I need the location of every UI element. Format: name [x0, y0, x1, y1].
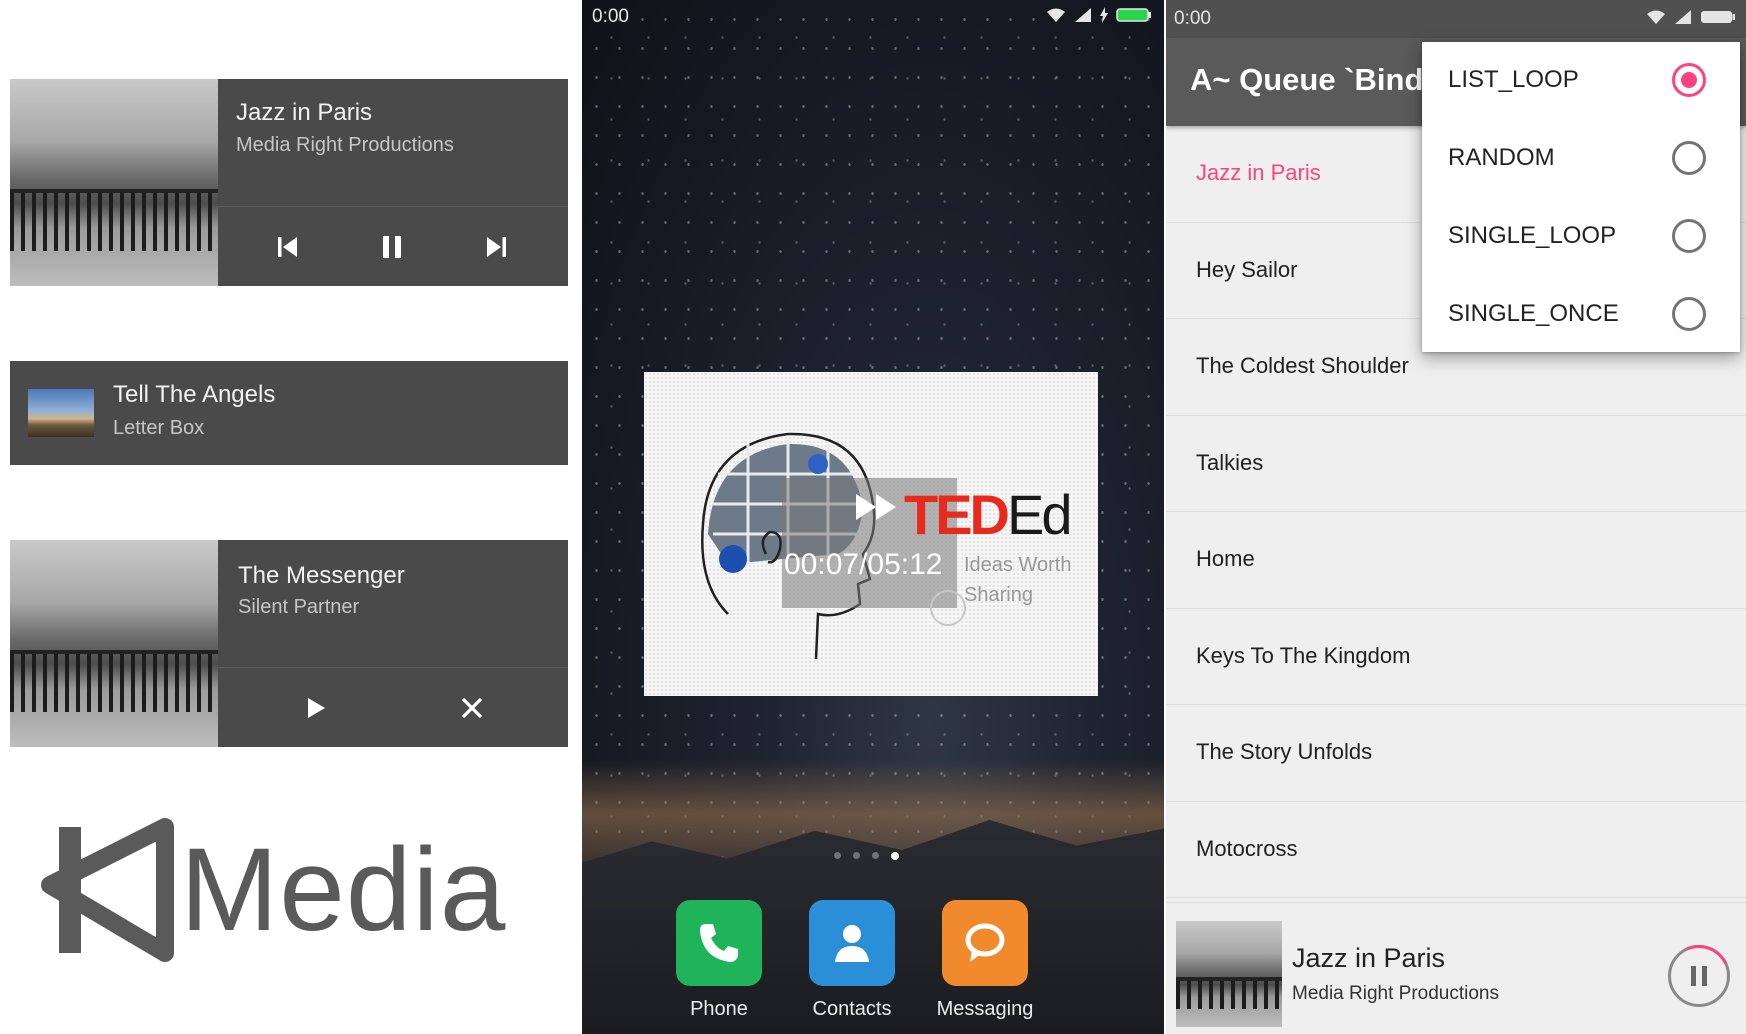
track-title: Keys To The Kingdom — [1196, 642, 1411, 668]
battery-icon — [1116, 8, 1151, 22]
list-item[interactable]: The Story Unfolds — [1166, 705, 1746, 802]
status-bar: 0:00 — [582, 0, 1164, 34]
close-icon — [461, 697, 483, 719]
signal-icon — [1075, 8, 1091, 22]
page-dot-active[interactable] — [891, 852, 899, 860]
fast-forward-icon[interactable] — [854, 492, 900, 522]
pause-icon — [1691, 966, 1707, 986]
ted-tagline: Ideas Worth Sharing — [964, 554, 1072, 606]
radio-button[interactable] — [1672, 141, 1706, 175]
kmedia-logo: Media — [40, 815, 550, 965]
playback-time: 00:07/05:12 — [784, 548, 943, 581]
skip-next-icon — [487, 237, 506, 257]
menu-item-random[interactable]: RANDOM — [1422, 120, 1740, 198]
contacts-app-icon[interactable] — [809, 900, 895, 986]
track-title: Home — [1196, 546, 1255, 571]
wifi-icon — [1047, 8, 1065, 22]
status-time: 0:00 — [592, 6, 629, 27]
charging-icon — [1100, 7, 1108, 23]
list-item[interactable]: Talkies — [1166, 416, 1746, 512]
menu-item-label: RANDOM — [1448, 144, 1555, 171]
skip-next-button[interactable] — [476, 227, 516, 267]
album-art — [1176, 921, 1282, 1027]
album-art — [28, 389, 94, 437]
loading-ring — [930, 590, 966, 626]
phone-icon — [700, 924, 738, 962]
track-artist: Silent Partner — [238, 596, 360, 618]
menu-item-label: SINGLE_LOOP — [1448, 222, 1617, 249]
notification-the-messenger[interactable]: The Messenger Silent Partner — [10, 540, 568, 747]
play-mode-menu: LIST_LOOP RANDOM SINGLE_LOOP SINGLE_ONCE — [1422, 42, 1740, 352]
dock-label: Contacts — [812, 998, 892, 1020]
radio-button[interactable] — [1672, 297, 1706, 331]
signal-icon — [1675, 10, 1691, 24]
menu-item-label: SINGLE_ONCE — [1448, 300, 1619, 327]
logo-text: Media — [180, 824, 507, 956]
now-playing-artist: Media Right Productions — [1292, 983, 1499, 1004]
messaging-app-icon[interactable] — [942, 900, 1028, 986]
floating-video-player[interactable]: TEDEd Ideas Worth Sharing 00:07/05:12 — [644, 372, 1098, 696]
notifications-panel: Jazz in Paris Media Right Productions Te… — [0, 0, 580, 1034]
status-time: 0:00 — [1174, 8, 1211, 29]
track-title: Hey Sailor — [1196, 256, 1298, 282]
menu-item-single-once[interactable]: SINGLE_ONCE — [1422, 276, 1740, 354]
play-button[interactable] — [296, 688, 336, 728]
page-dot[interactable] — [853, 852, 860, 859]
track-title: The Story Unfolds — [1196, 739, 1373, 764]
dock-label: Messaging — [936, 998, 1034, 1020]
now-playing-title: Jazz in Paris — [1292, 943, 1446, 973]
notification-tell-the-angels[interactable]: Tell The Angels Letter Box — [10, 361, 568, 465]
album-art — [10, 540, 218, 747]
list-item[interactable]: Keys To The Kingdom — [1166, 609, 1746, 705]
menu-item-single-loop[interactable]: SINGLE_LOOP — [1422, 198, 1740, 276]
menu-item-label: LIST_LOOP — [1448, 66, 1579, 93]
phone-app-icon[interactable] — [676, 900, 762, 986]
track-artist: Media Right Productions — [236, 134, 454, 156]
track-title: Motocross — [1196, 835, 1298, 861]
list-item[interactable]: Motocross — [1166, 802, 1746, 898]
album-art — [10, 79, 218, 286]
track-title: Talkies — [1196, 449, 1264, 475]
track-title: Jazz in Paris — [236, 99, 373, 126]
page-indicator — [834, 852, 899, 860]
divider — [218, 206, 568, 207]
close-button[interactable] — [452, 688, 492, 728]
wifi-icon — [1647, 10, 1665, 24]
page-dot[interactable] — [872, 852, 879, 859]
track-title: The Messenger — [238, 562, 405, 589]
dock-label: Phone — [690, 998, 748, 1020]
pause-button[interactable] — [372, 227, 412, 267]
notification-jazz-in-paris[interactable]: Jazz in Paris Media Right Productions — [10, 79, 568, 286]
list-item[interactable]: Home — [1166, 512, 1746, 609]
ted-ed-logo: TEDEd — [904, 483, 1072, 546]
radio-button-checked[interactable] — [1672, 63, 1706, 97]
play-icon — [308, 698, 325, 718]
battery-icon — [1701, 11, 1735, 23]
home-screen-panel: 0:00 TEDEd Ideas Worth Sharing 00:07/05:1… — [582, 0, 1164, 1034]
dock-app-phone[interactable]: Phone — [664, 900, 774, 1021]
status-icons — [1646, 9, 1736, 25]
track-title: Jazz in Paris — [1196, 160, 1321, 185]
messaging-icon — [965, 923, 1005, 962]
track-title: The Coldest Shoulder — [1196, 353, 1409, 378]
pause-icon — [383, 236, 401, 258]
page-dot[interactable] — [834, 852, 841, 859]
contacts-icon — [835, 925, 869, 962]
now-playing-bar[interactable]: Jazz in Paris Media Right Productions — [1166, 902, 1746, 1034]
menu-item-list-loop[interactable]: LIST_LOOP — [1422, 42, 1740, 120]
status-bar: 0:00 — [1166, 0, 1746, 38]
divider — [218, 667, 568, 668]
play-pause-button[interactable] — [1668, 945, 1730, 1007]
track-artist: Letter Box — [113, 417, 205, 439]
skip-previous-button[interactable] — [268, 227, 308, 267]
k-logo-mark — [41, 818, 174, 962]
dock-app-messaging[interactable]: Messaging — [930, 900, 1040, 1021]
dock-app-contacts[interactable]: Contacts — [797, 900, 907, 1021]
track-title: Tell The Angels — [113, 381, 276, 408]
queue-app-panel: 0:00 A~ Queue `Binding Jazz in Paris Hey… — [1166, 0, 1746, 1034]
radio-button[interactable] — [1672, 219, 1706, 253]
skip-previous-icon — [278, 237, 297, 257]
status-icons — [1046, 7, 1152, 23]
